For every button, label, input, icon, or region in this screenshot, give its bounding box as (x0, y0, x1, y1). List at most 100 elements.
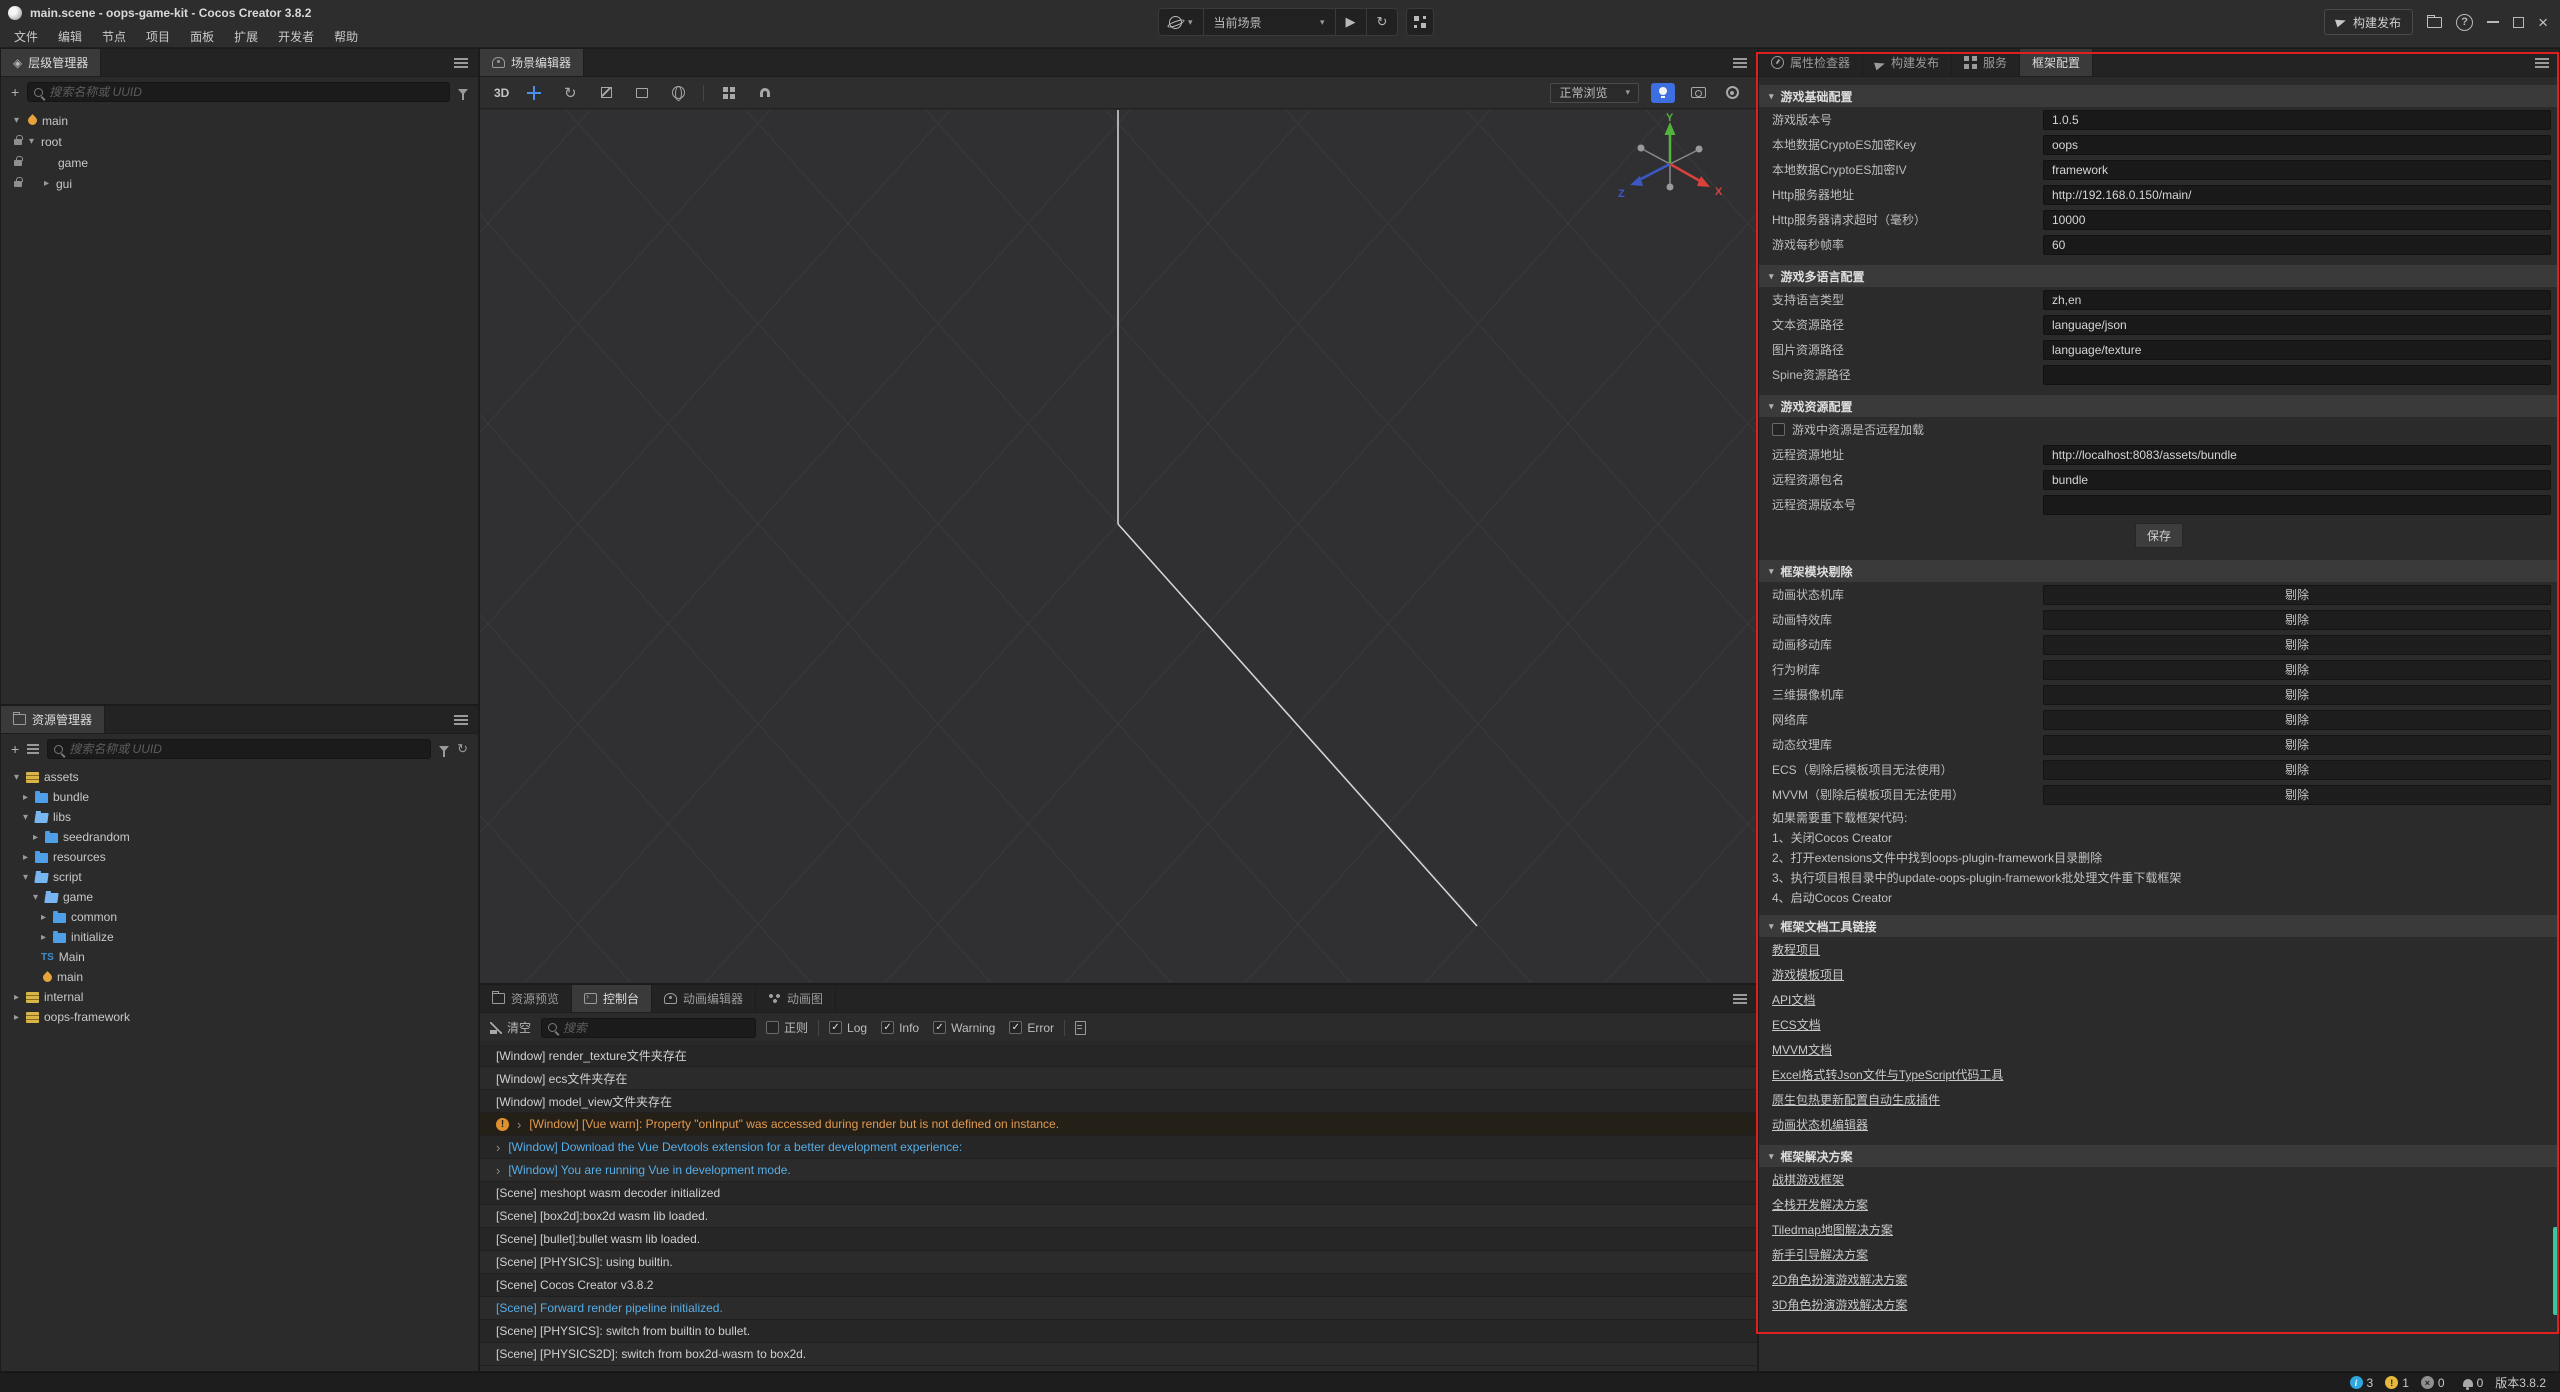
remove-module-button[interactable]: 剔除 (2043, 685, 2551, 705)
config-input[interactable]: bundle (2043, 470, 2551, 490)
inspector-tab[interactable]: 框架配置 (2020, 49, 2093, 76)
remove-module-button[interactable]: 剔除 (2043, 635, 2551, 655)
info-count-badge[interactable]: i 3 (2350, 1376, 2374, 1390)
log-row[interactable]: ! › [Scene] Forward render pipeline init… (480, 1297, 1757, 1320)
expand-arrow-icon[interactable] (23, 872, 35, 883)
log-row[interactable]: ! › [Scene] [box2d]:box2d wasm lib loade… (480, 1205, 1757, 1228)
expand-arrow-icon[interactable] (23, 792, 35, 803)
menu-item[interactable]: 编辑 (48, 28, 92, 45)
sort-assets-icon[interactable] (27, 744, 39, 754)
solution-link[interactable]: 新手引导解决方案 (1772, 1246, 1868, 1263)
log-filter-toggle[interactable]: Error (1009, 1021, 1054, 1035)
asset-node[interactable]: common (1, 907, 478, 927)
expand-arrow-icon[interactable] (14, 115, 26, 126)
panel-menu-icon[interactable] (1733, 994, 1747, 1004)
solution-link[interactable]: 战棋游戏框架 (1772, 1171, 1844, 1188)
asset-node[interactable]: libs (1, 807, 478, 827)
remove-module-button[interactable]: 剔除 (2043, 610, 2551, 630)
orientation-gizmo[interactable]: Y X Z (1600, 112, 1740, 222)
config-input[interactable] (2043, 365, 2551, 385)
window-close-button[interactable]: × (2538, 14, 2548, 31)
doc-link[interactable]: MVVM文档 (1772, 1041, 1832, 1058)
remove-module-button[interactable]: 剔除 (2043, 785, 2551, 805)
expand-arrow-icon[interactable]: › (496, 1140, 500, 1155)
asset-node[interactable]: oops-framework (1, 1007, 478, 1027)
asset-node[interactable]: game (1, 887, 478, 907)
play-button[interactable]: ▶ (1336, 9, 1367, 35)
panel-menu-icon[interactable] (454, 715, 468, 725)
expand-arrow-icon[interactable] (23, 852, 35, 863)
window-minimize-button[interactable] (2487, 21, 2499, 23)
panel-menu-icon[interactable] (454, 58, 468, 68)
inspector-tab[interactable]: 服务 (1952, 49, 2020, 76)
section-solution-links[interactable]: ▾ 框架解决方案 (1759, 1145, 2559, 1167)
hierarchy-search-input[interactable] (49, 85, 443, 99)
tab-scene-editor[interactable]: 场景编辑器 (480, 49, 584, 76)
hierarchy-node[interactable]: game (1, 152, 478, 173)
asset-node[interactable]: Main (1, 947, 478, 967)
save-button[interactable]: 保存 (2135, 523, 2183, 548)
log-row[interactable]: ! › [Window] ecs文件夹存在 (480, 1067, 1757, 1090)
config-input[interactable]: 60 (2043, 235, 2551, 255)
clear-console-button[interactable]: 清空 (490, 1019, 531, 1036)
config-input[interactable]: http://localhost:8083/assets/bundle (2043, 445, 2551, 465)
doc-link[interactable]: 游戏模板项目 (1772, 966, 1844, 983)
refresh-icon[interactable]: ↻ (457, 741, 468, 757)
menu-item[interactable]: 文件 (4, 28, 48, 45)
warning-count-badge[interactable]: ! 1 (2385, 1376, 2409, 1390)
filter-checkbox[interactable] (829, 1021, 842, 1034)
create-asset-button[interactable]: + (11, 742, 19, 756)
log-row[interactable]: ! › [Scene] [PHYSICS]: using builtin. (480, 1251, 1757, 1274)
remove-module-button[interactable]: 剔除 (2043, 660, 2551, 680)
menu-item[interactable]: 帮助 (324, 28, 368, 45)
inspector-tab[interactable]: 属性检查器 (1759, 49, 1863, 76)
doc-link[interactable]: 动画状态机编辑器 (1772, 1116, 1868, 1133)
log-row[interactable]: ! › [Window] Download the Vue Devtools e… (480, 1136, 1757, 1159)
config-input[interactable]: language/json (2043, 315, 2551, 335)
solution-link[interactable]: 3D角色扮演游戏解决方案 (1772, 1296, 1907, 1313)
solution-link[interactable]: 全栈开发解决方案 (1772, 1196, 1868, 1213)
log-row[interactable]: ! › [Window] model_view文件夹存在 (480, 1090, 1757, 1113)
expand-arrow-icon[interactable] (41, 912, 53, 923)
asset-node[interactable]: seedrandom (1, 827, 478, 847)
log-row[interactable]: ! › [Window] [Vue warn]: Property "onInp… (480, 1113, 1757, 1136)
section-doc-links[interactable]: ▾ 框架文档工具链接 (1759, 915, 2559, 937)
lighting-toggle-button[interactable] (1651, 83, 1675, 103)
asset-node[interactable]: internal (1, 987, 478, 1007)
preview-platform-button[interactable]: ▾ (1159, 9, 1204, 35)
expand-arrow-icon[interactable]: › (517, 1117, 521, 1132)
menu-item[interactable]: 面板 (180, 28, 224, 45)
asset-node[interactable]: assets (1, 767, 478, 787)
panel-menu-icon[interactable] (2535, 58, 2549, 68)
menu-item[interactable]: 开发者 (268, 28, 324, 45)
help-button[interactable]: ? (2456, 14, 2473, 31)
filter-checkbox[interactable] (881, 1021, 894, 1034)
log-row[interactable]: ! › [Scene] Cocos Creator v3.8.2 (480, 1274, 1757, 1297)
doc-link[interactable]: API文档 (1772, 991, 1815, 1008)
console-search-input[interactable] (563, 1021, 749, 1035)
log-row[interactable]: ! › [Window] You are running Vue in deve… (480, 1159, 1757, 1182)
asset-node[interactable]: script (1, 867, 478, 887)
expand-arrow-icon[interactable] (44, 178, 56, 189)
section-i18n-config[interactable]: ▾ 游戏多语言配置 (1759, 265, 2559, 287)
menu-item[interactable]: 扩展 (224, 28, 268, 45)
panel-menu-icon[interactable] (1733, 58, 1747, 68)
config-input[interactable]: zh,en (2043, 290, 2551, 310)
console-tab[interactable]: 动画图 (756, 985, 836, 1012)
open-project-folder-button[interactable] (2427, 17, 2442, 28)
filter-icon[interactable] (439, 746, 449, 752)
section-basic-config[interactable]: ▾ 游戏基础配置 (1759, 85, 2559, 107)
config-input[interactable] (2043, 495, 2551, 515)
view-mode-select[interactable]: 正常浏览 ▾ (1550, 83, 1639, 103)
console-tab[interactable]: 资源预览 (480, 985, 572, 1012)
asset-node[interactable]: bundle (1, 787, 478, 807)
section-module-strip[interactable]: ▾ 框架模块剔除 (1759, 560, 2559, 582)
doc-link[interactable]: 原生包热更新配置自动生成插件 (1772, 1091, 1940, 1108)
expand-arrow-icon[interactable]: › (496, 1163, 500, 1178)
log-filter-toggle[interactable]: Warning (933, 1021, 995, 1035)
expand-arrow-icon[interactable] (29, 136, 41, 147)
grid-snap-button[interactable] (718, 83, 740, 103)
remote-load-checkbox[interactable] (1772, 423, 1785, 436)
expand-arrow-icon[interactable] (33, 832, 45, 843)
remove-module-button[interactable]: 剔除 (2043, 735, 2551, 755)
